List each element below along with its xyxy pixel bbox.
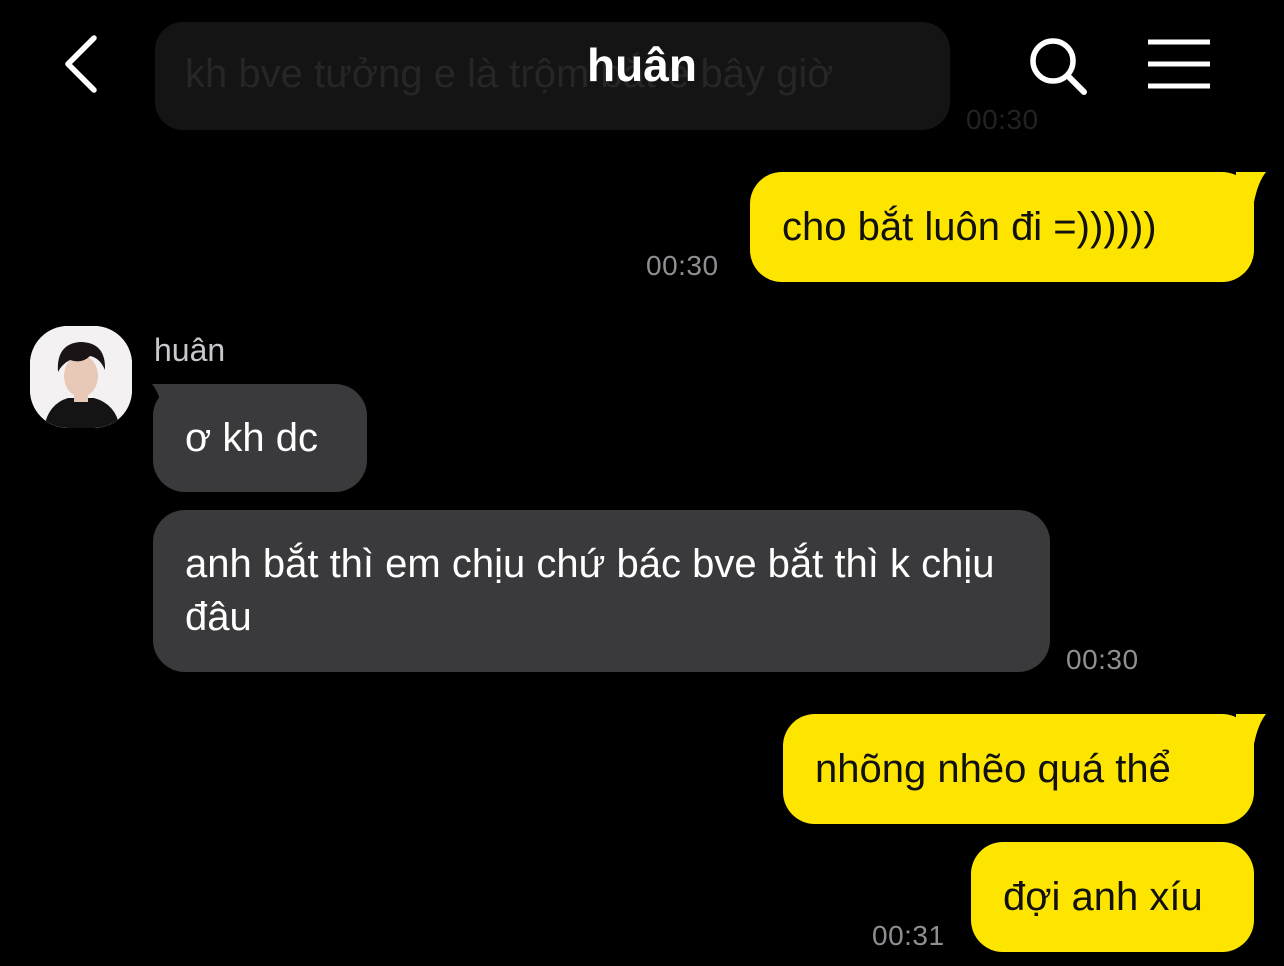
avatar[interactable] [30,326,132,428]
message-time: 00:31 [872,920,945,951]
chat-title: huân [587,39,697,91]
message-text: nhõng nhẽo quá thể [815,746,1171,791]
chevron-left-icon [65,35,97,93]
bubble-tail [1236,714,1266,744]
message-time: 00:30 [646,250,719,281]
search-icon [1030,38,1087,95]
bubble-tail [1236,172,1266,202]
message-time: 00:30 [1066,644,1139,675]
message-text: cho bắt luôn đi =)))))) [782,204,1157,249]
search-button[interactable] [1026,34,1090,98]
message-text: đợi anh xíu [1003,874,1203,919]
message-bubble-incoming[interactable]: ơ kh dc [153,384,367,492]
hamburger-menu-icon [1148,39,1210,89]
message-time-faded: 00:30 [966,104,1039,135]
message-bubble-outgoing[interactable]: nhõng nhẽo quá thể [783,714,1254,824]
message-bubble-outgoing[interactable]: đợi anh xíu [971,842,1254,952]
message-text: ơ kh dc [185,415,318,460]
back-button[interactable] [58,32,112,96]
message-bubble-outgoing[interactable]: cho bắt luôn đi =)))))) [750,172,1254,282]
menu-button[interactable] [1144,36,1214,92]
message-text: anh bắt thì em chịu chứ bác bve bắt thì … [185,542,995,639]
message-bubble-incoming[interactable]: anh bắt thì em chịu chứ bác bve bắt thì … [153,510,1050,672]
sender-name: huân [154,332,226,368]
profile-photo-icon [30,326,132,428]
